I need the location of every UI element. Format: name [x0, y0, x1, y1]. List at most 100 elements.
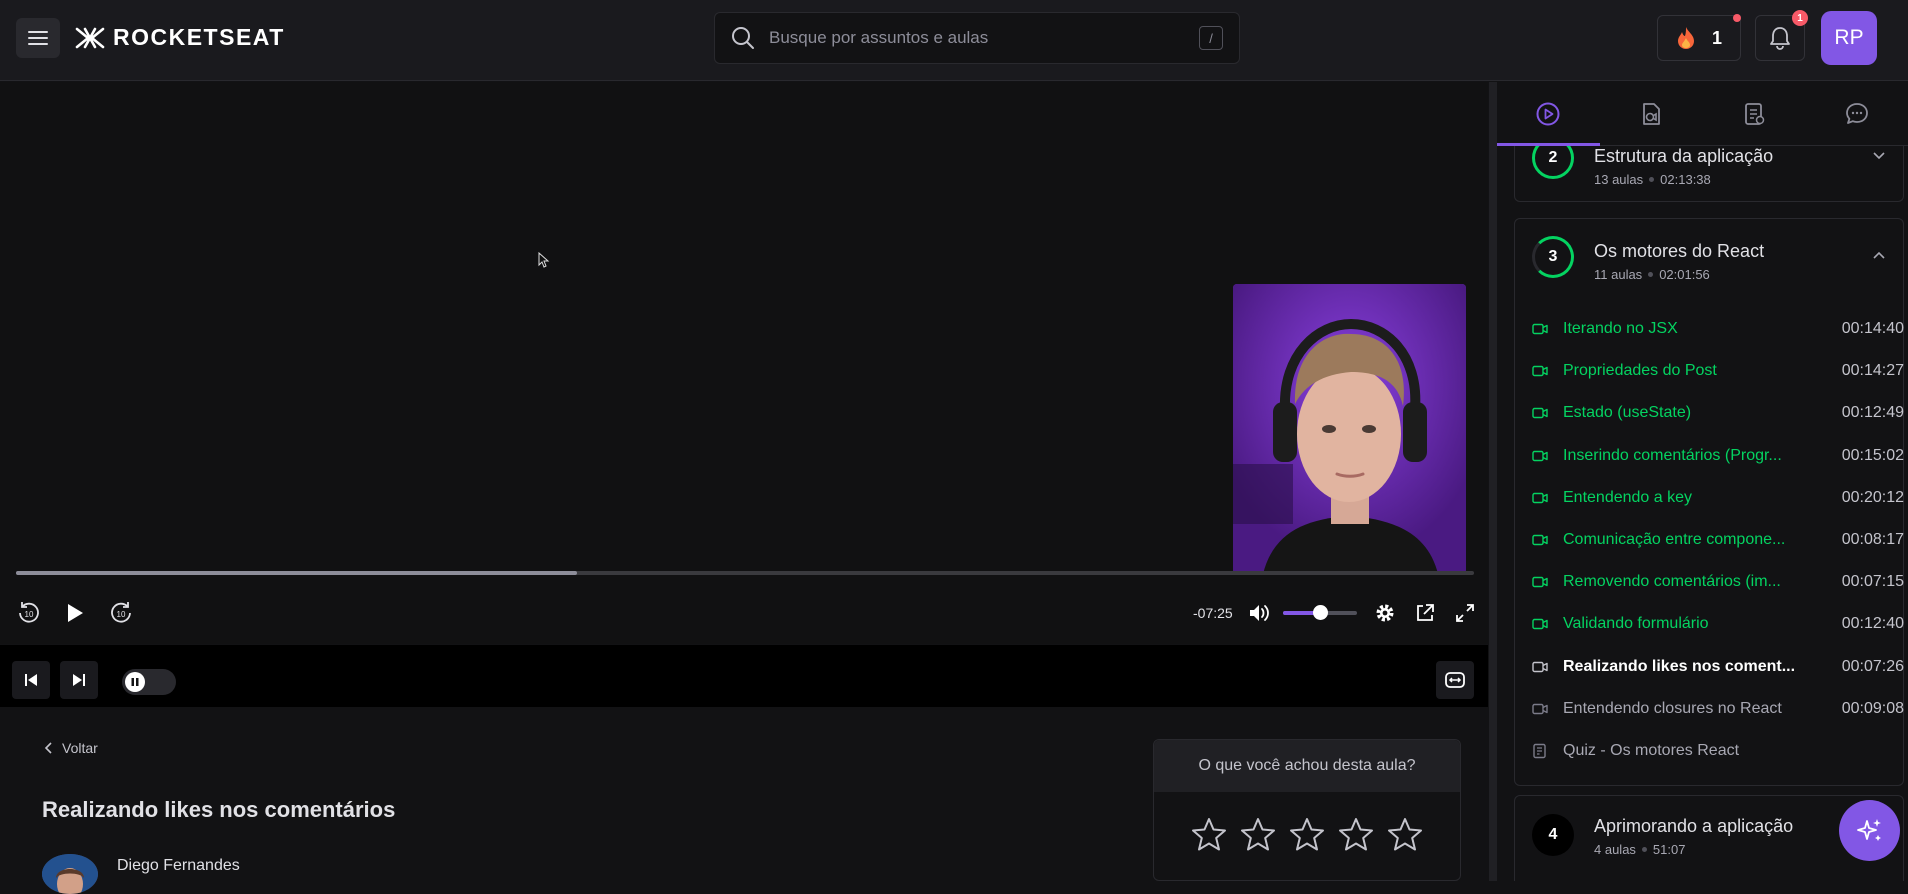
video-camera-icon — [1532, 364, 1548, 378]
mouse-cursor-icon — [538, 252, 550, 268]
lesson-item[interactable]: Inserindo comentários (Progr... 00:15:02 — [1532, 444, 1904, 468]
lesson-title: Inserindo comentários (Progr... — [1563, 446, 1782, 464]
separator-dot — [1641, 847, 1647, 852]
rating-stars — [1190, 816, 1424, 854]
ai-assistant-button[interactable] — [1839, 800, 1900, 861]
external-link-icon — [1417, 604, 1434, 621]
video-progress-fill — [16, 571, 578, 575]
lesson-title: Entendendo closures no React — [1563, 699, 1782, 717]
lesson-item[interactable]: Comunicação entre compone... 00:08:17 — [1532, 528, 1904, 552]
forward-10-icon: 10 — [111, 602, 131, 623]
streak-alert-dot — [1733, 14, 1741, 22]
fullscreen-icon — [1456, 604, 1474, 622]
search-input[interactable]: Busque por assuntos e aulas — [769, 28, 1199, 48]
lesson-duration: 00:14:27 — [1841, 362, 1904, 380]
video-camera-icon — [1532, 575, 1548, 589]
rating-question: O que você achou desta aula? — [1154, 740, 1460, 792]
video-camera-icon — [1532, 617, 1548, 631]
forward-10-button[interactable]: 10 — [108, 600, 134, 626]
video-file-icon — [1643, 102, 1661, 125]
lesson-item[interactable]: Propriedades do Post 00:14:27 — [1532, 359, 1904, 383]
previous-lesson-button[interactable] — [12, 661, 50, 699]
notifications-button[interactable]: 1 — [1755, 10, 1808, 61]
top-bar: ROCKETSEAT Busque por assuntos e aulas /… — [0, 0, 1908, 81]
search-bar[interactable]: Busque por assuntos e aulas / — [714, 12, 1240, 64]
tab-comments[interactable] — [1805, 82, 1908, 145]
volume-icon[interactable] — [1248, 602, 1270, 624]
video-camera-icon — [1532, 449, 1548, 463]
lesson-item[interactable]: Validando formulário 00:12:40 — [1532, 612, 1904, 636]
chevron-down-icon — [1873, 152, 1885, 160]
autoplay-toggle-knob — [125, 672, 145, 692]
menu-button[interactable] — [16, 18, 60, 58]
author-portrait — [42, 854, 98, 894]
module-number: 4 — [1532, 814, 1574, 856]
module-card-expanded: 3 Os motores do React 11 aulas 02:01:56 … — [1514, 218, 1904, 786]
video-camera-icon — [1532, 406, 1548, 420]
lesson-title: Iterando no JSX — [1563, 320, 1678, 337]
separator-dot — [1648, 272, 1654, 277]
lesson-item[interactable]: Estado (useState) 00:12:49 — [1532, 401, 1904, 425]
video-player[interactable]: 10 10 -07:25 — [0, 82, 1488, 707]
instructor-webcam — [1233, 284, 1466, 574]
sparkles-icon — [1856, 818, 1881, 841]
rocketseat-logo[interactable]: ROCKETSEAT — [75, 24, 285, 51]
volume-knob[interactable] — [1313, 605, 1328, 620]
tab-materials[interactable] — [1600, 82, 1703, 145]
lesson-title: Realizando likes nos comentários — [42, 797, 396, 822]
rewind-10-label: 10 — [25, 610, 34, 619]
fullscreen-button[interactable] — [1452, 600, 1478, 626]
streak-button[interactable]: 1 — [1657, 14, 1741, 61]
next-lesson-button[interactable] — [60, 661, 98, 699]
rewind-10-icon: 10 — [19, 602, 39, 623]
chevron-up-icon[interactable] — [1873, 251, 1885, 259]
flame-icon — [1677, 27, 1694, 49]
lesson-duration: 00:12:49 — [1841, 404, 1904, 422]
star-icon[interactable] — [1386, 816, 1424, 854]
lesson-item[interactable]: Quiz - Os motores React — [1532, 739, 1904, 763]
module-title: Estrutura da aplicação — [1594, 146, 1774, 166]
lesson-title: Propriedades do Post — [1563, 362, 1717, 380]
lesson-details: Voltar Realizando likes nos comentários … — [0, 712, 1488, 894]
pause-icon — [131, 678, 139, 686]
star-icon[interactable] — [1190, 816, 1228, 854]
module-meta: 4 aulas 51:07 — [1594, 842, 1685, 857]
instructor-portrait — [1233, 284, 1466, 574]
document-icon — [1744, 102, 1765, 125]
lesson-item[interactable]: Realizando likes nos coment... 00:07:26 — [1532, 655, 1904, 679]
lesson-item[interactable]: Entendendo closures no React 00:09:08 — [1532, 697, 1904, 721]
logo-text: ROCKETSEAT — [113, 24, 285, 50]
author-name[interactable]: Diego Fernandes — [117, 857, 240, 875]
rewind-10-button[interactable]: 10 — [16, 600, 42, 626]
player-right-controls — [1372, 600, 1478, 626]
tab-notes[interactable] — [1703, 82, 1806, 145]
user-avatar[interactable]: RP — [1821, 11, 1877, 65]
lesson-item[interactable]: Iterando no JSX 00:14:40 — [1532, 317, 1904, 341]
video-camera-icon — [1532, 322, 1548, 336]
lesson-item[interactable]: Removendo comentários (im... 00:07:15 — [1532, 570, 1904, 594]
lesson-duration: 00:07:15 — [1841, 573, 1904, 591]
tab-lessons[interactable] — [1497, 82, 1600, 146]
lesson-item[interactable]: Entendendo a key 00:20:12 — [1532, 486, 1904, 510]
module-lessons-count: 4 aulas — [1594, 842, 1636, 857]
quiz-icon — [1532, 743, 1548, 759]
module-progress-ring: 3 — [1532, 236, 1574, 278]
popout-button[interactable] — [1412, 600, 1438, 626]
volume-slider[interactable] — [1283, 605, 1357, 620]
author-avatar[interactable] — [42, 854, 98, 894]
lesson-duration: 00:08:17 — [1841, 531, 1904, 548]
video-camera-icon — [1532, 702, 1548, 716]
theater-mode-button[interactable] — [1436, 661, 1474, 699]
lesson-navigation-bar — [0, 645, 1488, 707]
star-icon[interactable] — [1337, 816, 1375, 854]
lesson-rating: O que você achou desta aula? — [1153, 739, 1461, 881]
autoplay-toggle[interactable] — [122, 669, 176, 695]
play-button[interactable] — [62, 600, 88, 626]
star-icon[interactable] — [1239, 816, 1277, 854]
lesson-duration: 00:20:12 — [1841, 488, 1904, 506]
module-title[interactable]: Os motores do React — [1594, 241, 1764, 262]
star-icon[interactable] — [1288, 816, 1326, 854]
settings-button[interactable] — [1372, 600, 1398, 626]
back-link[interactable]: Voltar — [44, 740, 98, 756]
video-progress-bar[interactable] — [16, 571, 1474, 575]
